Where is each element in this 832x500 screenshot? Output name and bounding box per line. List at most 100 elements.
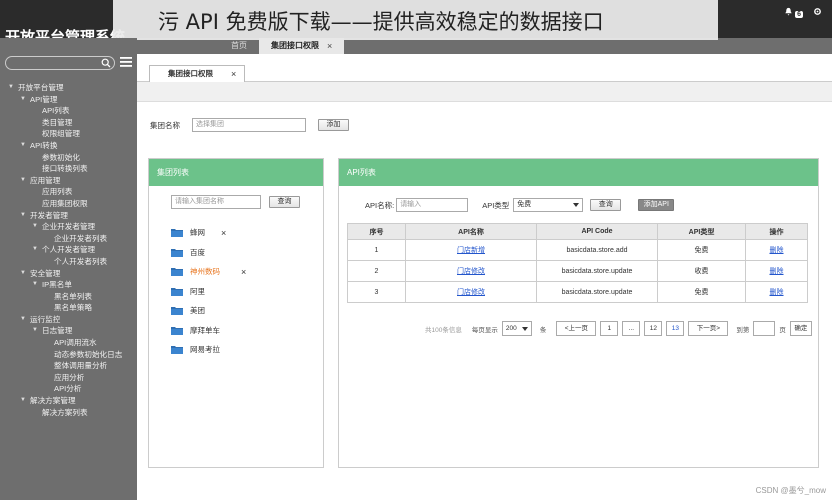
col-api-code: API Code — [536, 223, 658, 240]
search-icon[interactable] — [101, 58, 111, 68]
api-name-input[interactable]: 请输入 — [396, 198, 469, 212]
sidebar-item[interactable]: API分析 — [0, 383, 137, 395]
chevron-down-icon — [573, 203, 580, 207]
sidebar-search-input[interactable] — [5, 56, 115, 70]
sidebar-item[interactable]: ▼ 解决方案管理 — [0, 395, 137, 407]
sidebar-item[interactable]: ▼ 开发者管理 — [0, 210, 137, 222]
settings-gear-icon[interactable] — [813, 7, 822, 18]
group-list-item[interactable]: 网易考拉 — [171, 340, 220, 360]
table-header-row: 序号 API名称 API Code API类型 操作 — [347, 223, 808, 240]
col-api-name: API名称 — [405, 223, 537, 240]
caret-down-icon: ▼ — [8, 84, 14, 90]
group-name-label: 集团名称 — [150, 120, 180, 130]
api-list-title: API列表 — [339, 159, 818, 186]
group-list-panel: 集团列表 请输入集团名称 查询 蜂网 × 百度 神州数码 × 阿里 美团 摩拜单车 网易考拉 — [148, 158, 324, 468]
sub-tab-close-icon[interactable]: × — [231, 66, 236, 82]
sidebar-item[interactable]: ▼ API管理 — [0, 94, 137, 106]
sidebar-item[interactable]: 应用列表 — [0, 186, 137, 198]
sidebar-item[interactable]: ▼ 应用管理 — [0, 175, 137, 187]
sidebar-item[interactable]: API列表 — [0, 105, 137, 117]
sidebar-item[interactable]: ▼ 个人开发者管理 — [0, 244, 137, 256]
sidebar-item[interactable]: 接口转换列表 — [0, 163, 137, 175]
group-list-item[interactable]: 美团 — [171, 301, 220, 321]
sidebar-item[interactable]: 黑名单策略 — [0, 302, 137, 314]
caret-down-icon: ▼ — [20, 211, 26, 218]
caret-down-icon: ▼ — [20, 95, 26, 102]
row-index: 3 — [374, 288, 379, 296]
goto-page-input[interactable] — [753, 321, 776, 336]
remove-group-icon[interactable]: × — [221, 228, 226, 238]
api-type: 收费 — [694, 268, 709, 275]
sidebar-item[interactable]: ▼ 安全管理 — [0, 268, 137, 280]
group-list-item[interactable]: 摩拜单车 — [171, 321, 220, 341]
notification-icon[interactable]: 6 — [784, 7, 803, 18]
sidebar-item[interactable]: 类目管理 — [0, 117, 137, 129]
sidebar-item-label: 解决方案管理 — [30, 396, 76, 406]
api-name-link[interactable]: 门店新增 — [457, 247, 485, 254]
delete-link[interactable]: 删除 — [770, 289, 784, 296]
sidebar-item[interactable]: 解决方案列表 — [0, 407, 137, 419]
sidebar-item[interactable]: 黑名单列表 — [0, 291, 137, 303]
api-type-select[interactable]: 免费 — [513, 198, 584, 212]
sub-tab-group-api-permission[interactable]: 集团接口权限 × — [149, 65, 246, 82]
group-select-input[interactable]: 选择集团 — [192, 118, 306, 132]
group-list-item[interactable]: 阿里 — [171, 282, 220, 302]
sidebar-item[interactable]: ▼ 运行监控 — [0, 314, 137, 326]
delete-link[interactable]: 删除 — [770, 247, 784, 254]
sidebar-item[interactable]: ▼ 日志管理 — [0, 325, 137, 337]
sidebar-item[interactable]: 参数初始化 — [0, 152, 137, 164]
api-search-row: API名称: 请输入 API类型 免费 查询 添加API — [365, 198, 675, 212]
tab-group-api-permission[interactable]: 集团接口权限 × — [259, 38, 345, 54]
sidebar-item[interactable]: ▼ API转换 — [0, 140, 137, 152]
col-api-type: API类型 — [657, 223, 746, 240]
sidebar-item[interactable]: 个人开发者列表 — [0, 256, 137, 268]
sidebar-item[interactable]: API调用流水 — [0, 337, 137, 349]
group-search-input[interactable]: 请输入集团名称 — [171, 195, 261, 209]
page-current[interactable]: 13 — [666, 321, 685, 336]
sidebar-item[interactable]: 整体调用量分析 — [0, 360, 137, 372]
sidebar-item-label: 开放平台管理 — [18, 83, 64, 92]
tab-home[interactable]: 首页 — [219, 38, 259, 54]
table-cell: 删除 — [745, 260, 808, 282]
sidebar-item[interactable]: 应用分析 — [0, 372, 137, 384]
per-page-value: 200 — [505, 325, 517, 332]
add-group-button[interactable]: 添加 — [318, 119, 349, 131]
tab-close-icon[interactable]: × — [327, 38, 332, 54]
delete-link[interactable]: 删除 — [770, 268, 784, 275]
add-api-button[interactable]: 添加API — [638, 199, 675, 211]
group-search-button[interactable]: 查询 — [269, 196, 300, 208]
folder-icon — [171, 346, 183, 355]
sidebar-item-label: 应用管理 — [30, 175, 61, 185]
group-list-item[interactable]: 百度 — [171, 243, 220, 263]
api-code: basicdata.store.add — [566, 246, 628, 254]
top-tab-bar: 首页 集团接口权限 × — [219, 38, 345, 54]
goto-confirm-button[interactable]: 确定 — [789, 321, 812, 336]
caret-down-icon: ▼ — [32, 327, 38, 334]
page-1-button[interactable]: 1 — [600, 321, 619, 336]
per-page-select[interactable]: 200 — [501, 321, 532, 336]
caret-down-icon: ▼ — [20, 269, 26, 276]
sidebar-item[interactable]: ▼ 企业开发者管理 — [0, 221, 137, 233]
sidebar-item[interactable]: ▼ 开放平台管理 — [0, 82, 137, 94]
sidebar-item[interactable]: 动态参数初始化日志 — [0, 349, 137, 361]
page-12-button[interactable]: 12 — [644, 321, 663, 336]
sidebar-item-label: 个人开发者列表 — [54, 256, 108, 266]
remove-group-icon[interactable]: × — [241, 267, 246, 277]
hamburger-menu-icon[interactable] — [120, 56, 132, 68]
api-search-button[interactable]: 查询 — [590, 199, 622, 211]
group-name: 蜂网 — [190, 228, 205, 238]
sidebar-item[interactable]: 企业开发者列表 — [0, 233, 137, 245]
prev-page-button[interactable]: <上一页 — [556, 321, 597, 336]
sidebar-item[interactable]: ▼ IP黑名单 — [0, 279, 137, 291]
group-list-item[interactable]: 蜂网 × — [171, 223, 226, 243]
col-index: 序号 — [347, 223, 406, 240]
top-right-tools: 6 — [784, 7, 822, 18]
group-list-item[interactable]: 神州数码 × — [171, 262, 246, 282]
sidebar-item[interactable]: 应用集团权限 — [0, 198, 137, 210]
sidebar-item[interactable]: 权限组管理 — [0, 128, 137, 140]
folder-icon — [171, 326, 183, 335]
table-row: 2 门店修改 basicdata.store.update 收费 删除 — [347, 260, 808, 282]
api-name-link[interactable]: 门店修改 — [457, 268, 485, 275]
next-page-button[interactable]: 下一页> — [688, 321, 729, 336]
api-name-link[interactable]: 门店修改 — [457, 289, 485, 296]
